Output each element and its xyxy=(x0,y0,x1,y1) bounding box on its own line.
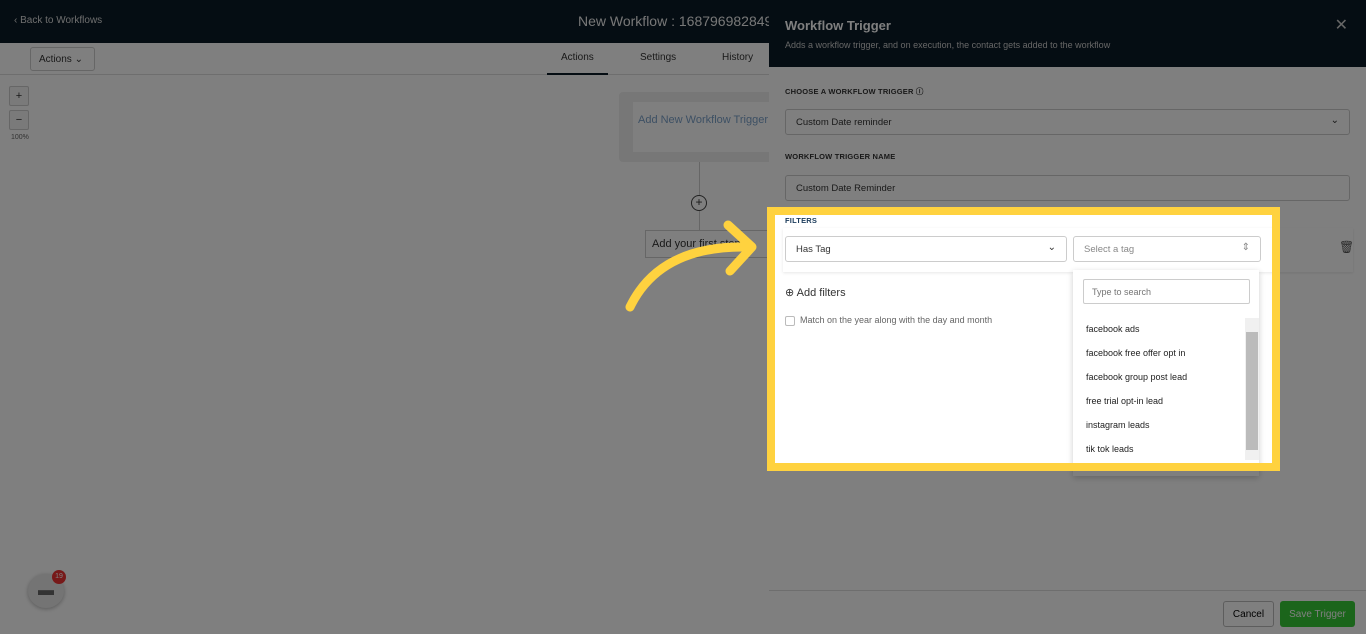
actions-dropdown[interactable]: Actions ⌄ xyxy=(30,47,95,71)
tab-history[interactable]: History xyxy=(722,52,753,63)
add-step-icon[interactable]: + xyxy=(691,195,707,211)
add-filters-button[interactable]: ⊕ Add filters xyxy=(785,286,846,299)
checkbox-icon[interactable] xyxy=(785,315,795,326)
back-label: Back to Workflows xyxy=(20,15,103,26)
trigger-name-input[interactable]: Custom Date Reminder xyxy=(785,175,1350,201)
drawer-title: Workflow Trigger xyxy=(785,18,891,33)
add-trigger-button[interactable]: Add New Workflow Trigger xyxy=(633,102,773,152)
scrollbar-thumb[interactable] xyxy=(1246,332,1258,450)
tag-dropdown: facebook ads facebook free offer opt in … xyxy=(1073,270,1259,476)
tag-placeholder: Select a tag xyxy=(1084,244,1135,255)
add-filters-label: Add filters xyxy=(796,287,846,299)
chevron-down-icon: ⌄ xyxy=(1047,242,1056,253)
actions-label: Actions xyxy=(39,54,72,65)
tag-search-input[interactable] xyxy=(1083,279,1250,304)
trigger-name-label: WORKFLOW TRIGGER NAME xyxy=(785,152,896,161)
match-year-label: Match on the year along with the day and… xyxy=(800,315,993,325)
drawer-footer: Cancel Save Trigger xyxy=(769,590,1366,634)
tab-settings[interactable]: Settings xyxy=(640,52,676,63)
trigger-type-value: Custom Date reminder xyxy=(796,117,892,128)
filters-label: FILTERS xyxy=(785,216,818,225)
drawer-subtitle: Adds a workflow trigger, and on executio… xyxy=(785,40,1111,50)
chevron-down-icon: ⌄ xyxy=(1330,115,1339,126)
dropdown-scrollbar[interactable] xyxy=(1245,318,1259,460)
zoom-level: 100% xyxy=(11,134,29,141)
tag-select[interactable]: Select a tag ⇕ xyxy=(1073,236,1261,262)
info-icon: ⓘ xyxy=(915,87,924,96)
match-year-checkbox[interactable]: Match on the year along with the day and… xyxy=(785,315,992,326)
tag-option[interactable]: facebook ads xyxy=(1086,324,1187,348)
tag-option[interactable]: facebook group post lead xyxy=(1086,372,1187,396)
tab-actions[interactable]: Actions xyxy=(547,52,608,75)
cancel-button[interactable]: Cancel xyxy=(1223,601,1274,627)
sort-icon: ⇕ xyxy=(1241,242,1250,253)
drawer-header: Workflow Trigger Adds a workflow trigger… xyxy=(769,0,1366,67)
pointer-arrow-icon xyxy=(625,220,757,312)
workflow-trigger-drawer: Workflow Trigger Adds a workflow trigger… xyxy=(769,0,1366,634)
workflow-title: New Workflow : 1687969828496 xyxy=(578,13,781,29)
trigger-type-select[interactable]: Custom Date reminder ⌄ xyxy=(785,109,1350,135)
tag-option[interactable]: instagram leads xyxy=(1086,420,1187,444)
tag-option[interactable]: facebook free offer opt in xyxy=(1086,348,1187,372)
trigger-card[interactable]: Add New Workflow Trigger xyxy=(619,92,779,162)
choose-trigger-text: CHOOSE A WORKFLOW TRIGGER xyxy=(785,87,914,96)
filter-type-select[interactable]: Has Tag ⌄ xyxy=(785,236,1067,262)
zoom-out-button[interactable]: − xyxy=(9,110,29,130)
close-icon[interactable]: ✕ xyxy=(1335,15,1348,35)
zoom-in-button[interactable]: + xyxy=(9,86,29,106)
chat-badge: 19 xyxy=(52,570,66,584)
save-trigger-button[interactable]: Save Trigger xyxy=(1280,601,1355,627)
back-to-workflows-link[interactable]: ‹ Back to Workflows xyxy=(14,15,102,26)
trash-icon[interactable]: 🗑 xyxy=(1339,240,1354,254)
filter-type-value: Has Tag xyxy=(796,244,831,255)
tag-option[interactable]: tik tok leads xyxy=(1086,444,1187,468)
choose-trigger-label: CHOOSE A WORKFLOW TRIGGER ⓘ xyxy=(785,86,924,97)
chevron-down-icon: ⌄ xyxy=(74,54,83,65)
sub-toolbar: Actions ⌄ Actions Settings History xyxy=(0,43,770,75)
tag-option[interactable]: free trial opt-in lead xyxy=(1086,396,1187,420)
